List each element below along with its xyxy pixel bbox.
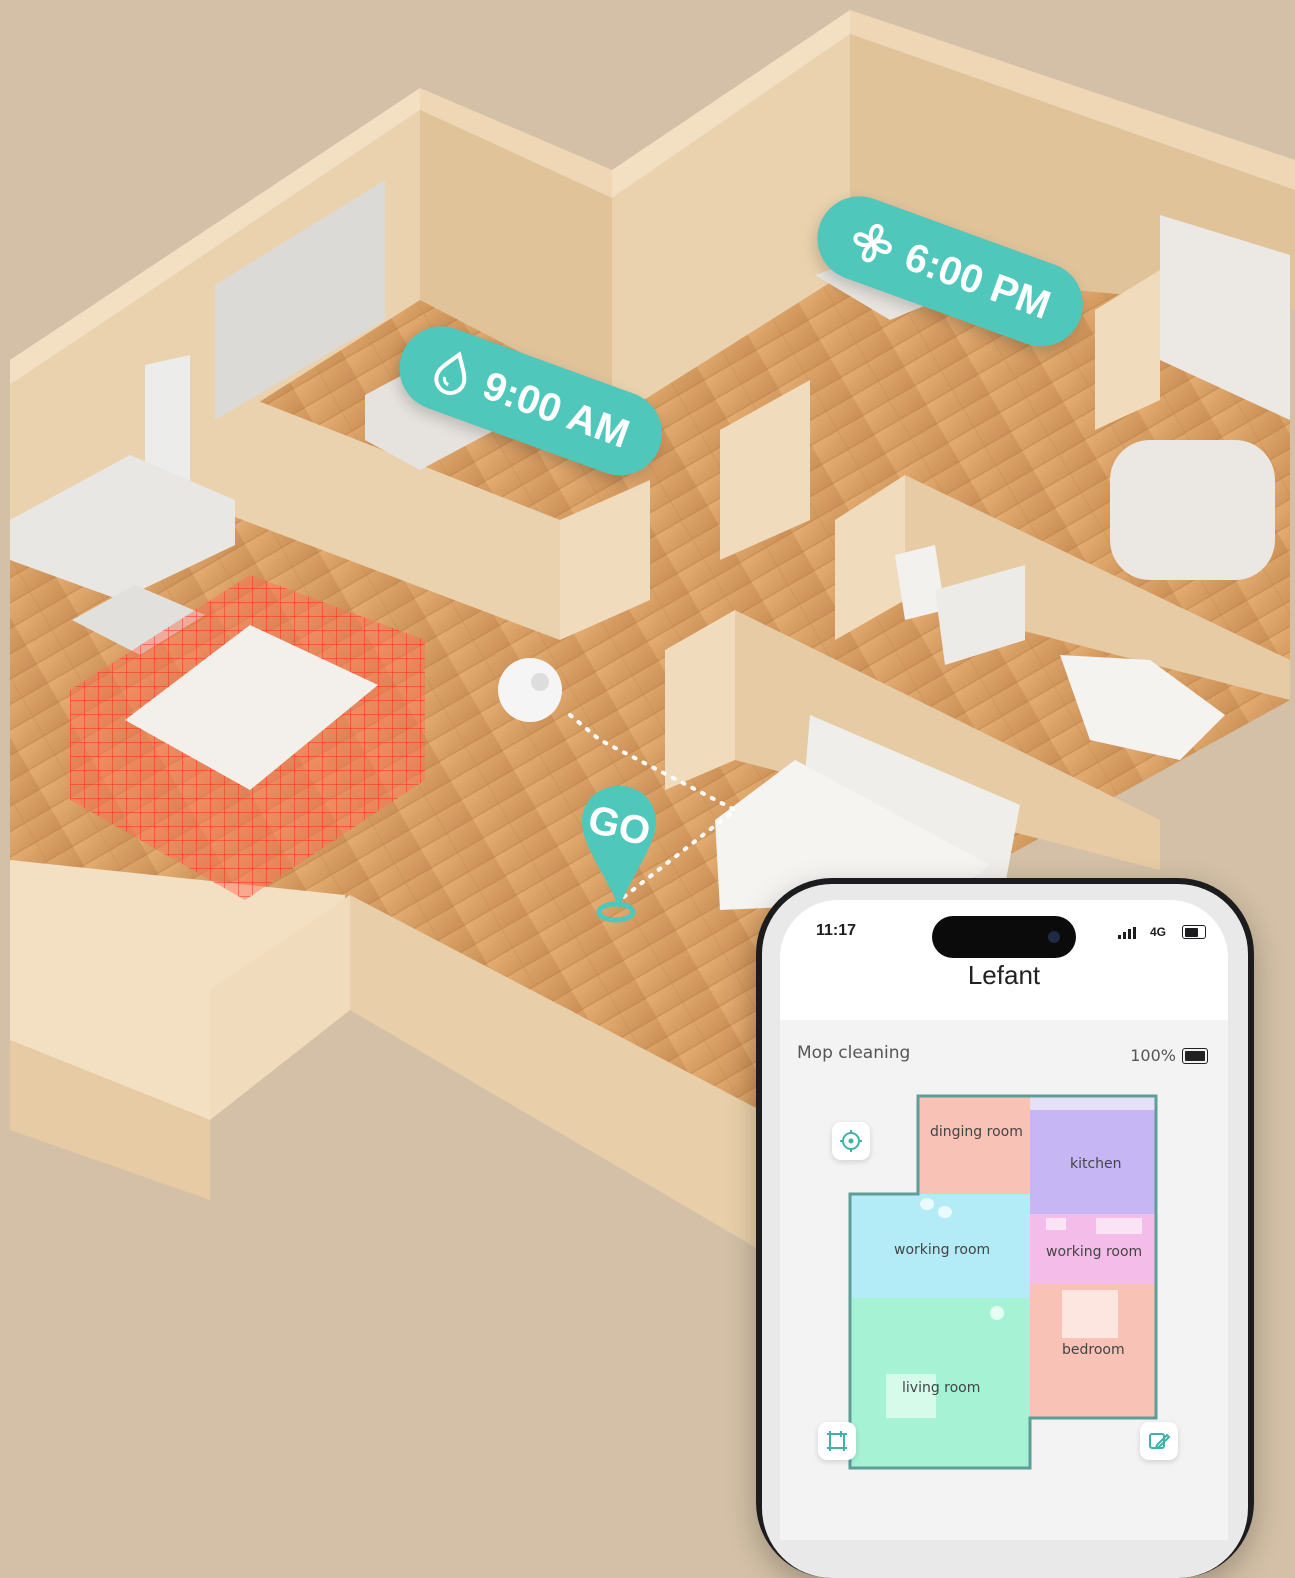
- cleaning-mode[interactable]: Mop cleaning: [797, 1043, 910, 1063]
- app-screen: 11:17 4G Lefant Mop cleaning 100% dingin…: [780, 900, 1228, 1540]
- locate-button[interactable]: [832, 1122, 870, 1160]
- app-title: Lefant: [967, 960, 1041, 990]
- fan-icon: [853, 223, 892, 263]
- status-time: 11:17: [816, 922, 857, 939]
- zone-select-button[interactable]: [818, 1422, 856, 1460]
- camera-icon: [1048, 931, 1060, 943]
- phone-mockup: 11:17 4G Lefant Mop cleaning 100% dingin…: [756, 878, 1254, 1578]
- status-battery-icon: [1182, 925, 1206, 939]
- crosshair-icon: [840, 1130, 862, 1152]
- edit-map-button[interactable]: [1140, 1422, 1178, 1460]
- dynamic-island: [932, 916, 1076, 958]
- water-drop-icon: [434, 351, 467, 396]
- battery-percent: 100%: [1130, 1046, 1176, 1065]
- network-type: 4G: [1149, 925, 1166, 939]
- battery-icon: [1182, 1048, 1208, 1064]
- edit-map-icon: [1149, 1433, 1171, 1450]
- square-frame-icon: [827, 1431, 847, 1451]
- signal-icon: [1118, 927, 1136, 939]
- status-bar: 11:17 4G Lefant: [780, 900, 1228, 1020]
